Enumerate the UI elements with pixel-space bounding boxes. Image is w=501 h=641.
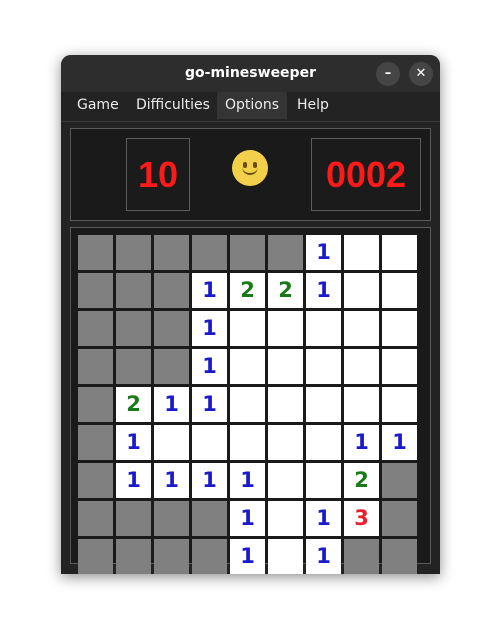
number-cell: 1 (116, 463, 151, 498)
open-cell (306, 387, 341, 422)
number-cell: 1 (116, 425, 151, 460)
open-cell (382, 311, 417, 346)
number-cell: 2 (344, 463, 379, 498)
open-cell (306, 311, 341, 346)
open-cell (154, 425, 189, 460)
covered-cell[interactable] (116, 349, 151, 384)
number-cell: 3 (344, 501, 379, 536)
covered-cell[interactable] (154, 311, 189, 346)
number-cell: 1 (192, 311, 227, 346)
menu-difficulties[interactable]: Difficulties (128, 92, 218, 119)
mine-counter: 10 (126, 138, 190, 211)
number-cell: 2 (230, 273, 265, 308)
covered-cell[interactable] (382, 463, 417, 498)
minefield-grid: 11221112111111111211311 (70, 227, 431, 574)
open-cell (268, 539, 303, 574)
number-cell: 1 (344, 425, 379, 460)
covered-cell[interactable] (78, 235, 113, 270)
open-cell (268, 463, 303, 498)
covered-cell[interactable] (154, 273, 189, 308)
menu-bar: Game Difficulties Options Help (61, 92, 440, 122)
covered-cell[interactable] (192, 235, 227, 270)
number-cell: 1 (192, 349, 227, 384)
menu-help[interactable]: Help (289, 92, 337, 119)
covered-cell[interactable] (116, 273, 151, 308)
number-cell: 1 (306, 501, 341, 536)
covered-cell[interactable] (78, 539, 113, 574)
covered-cell[interactable] (382, 501, 417, 536)
close-button[interactable]: ✕ (409, 62, 433, 86)
open-cell (230, 387, 265, 422)
open-cell (344, 387, 379, 422)
covered-cell[interactable] (78, 387, 113, 422)
open-cell (192, 425, 227, 460)
open-cell (230, 311, 265, 346)
number-cell: 1 (306, 273, 341, 308)
covered-cell[interactable] (192, 539, 227, 574)
open-cell (268, 501, 303, 536)
covered-cell[interactable] (116, 539, 151, 574)
covered-cell[interactable] (154, 235, 189, 270)
number-cell: 1 (306, 235, 341, 270)
app-window: go-minesweeper – ✕ Game Difficulties Opt… (61, 55, 440, 574)
covered-cell[interactable] (78, 463, 113, 498)
number-cell: 1 (154, 387, 189, 422)
open-cell (344, 273, 379, 308)
covered-cell[interactable] (78, 311, 113, 346)
open-cell (382, 349, 417, 384)
timer-display: 0002 (311, 138, 421, 211)
number-cell: 1 (192, 463, 227, 498)
covered-cell[interactable] (78, 349, 113, 384)
number-cell: 2 (268, 273, 303, 308)
covered-cell[interactable] (78, 273, 113, 308)
open-cell (306, 425, 341, 460)
covered-cell[interactable] (116, 311, 151, 346)
number-cell: 1 (192, 387, 227, 422)
open-cell (344, 235, 379, 270)
open-cell (268, 387, 303, 422)
minimize-button[interactable]: – (376, 62, 400, 86)
smiley-face-icon[interactable] (232, 150, 268, 186)
number-cell: 1 (230, 501, 265, 536)
covered-cell[interactable] (116, 501, 151, 536)
open-cell (268, 349, 303, 384)
open-cell (306, 349, 341, 384)
open-cell (382, 235, 417, 270)
covered-cell[interactable] (192, 501, 227, 536)
open-cell (268, 311, 303, 346)
covered-cell[interactable] (154, 501, 189, 536)
number-cell: 2 (116, 387, 151, 422)
number-cell: 1 (230, 539, 265, 574)
covered-cell[interactable] (154, 349, 189, 384)
covered-cell[interactable] (382, 539, 417, 574)
covered-cell[interactable] (230, 235, 265, 270)
number-cell: 1 (154, 463, 189, 498)
covered-cell[interactable] (154, 539, 189, 574)
menu-options[interactable]: Options (217, 92, 288, 119)
face-mouth (242, 164, 258, 175)
open-cell (230, 349, 265, 384)
open-cell (268, 425, 303, 460)
open-cell (230, 425, 265, 460)
covered-cell[interactable] (116, 235, 151, 270)
covered-cell[interactable] (268, 235, 303, 270)
open-cell (344, 311, 379, 346)
covered-cell[interactable] (78, 501, 113, 536)
number-cell: 1 (192, 273, 227, 308)
open-cell (382, 387, 417, 422)
open-cell (344, 349, 379, 384)
covered-cell[interactable] (78, 425, 113, 460)
title-bar[interactable]: go-minesweeper – ✕ (61, 55, 440, 92)
number-cell: 1 (230, 463, 265, 498)
number-cell: 1 (306, 539, 341, 574)
open-cell (382, 273, 417, 308)
covered-cell[interactable] (344, 539, 379, 574)
open-cell (306, 463, 341, 498)
status-panel: 10 0002 (70, 128, 431, 221)
number-cell: 1 (382, 425, 417, 460)
menu-game[interactable]: Game (69, 92, 127, 119)
